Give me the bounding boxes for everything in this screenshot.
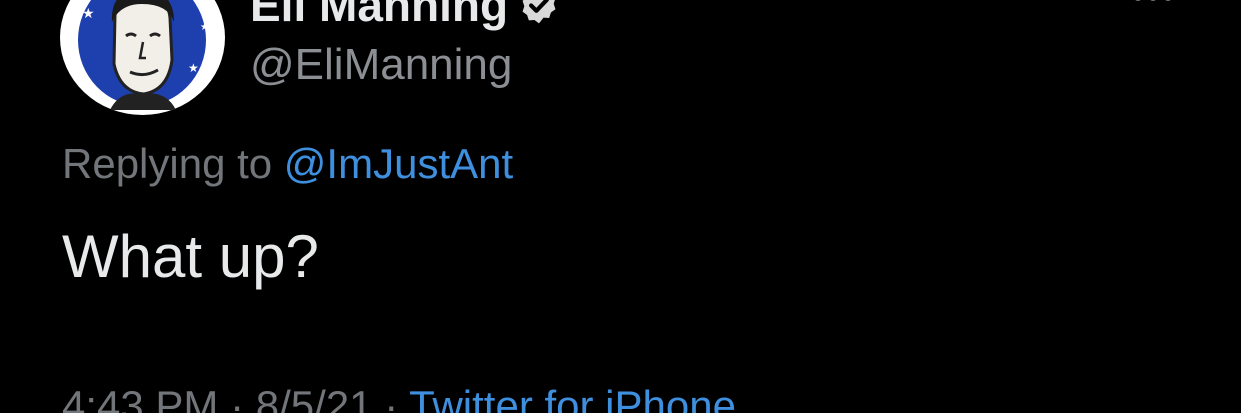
- replying-to-label: Replying to: [62, 140, 273, 187]
- avatar[interactable]: ★ ★ ★: [60, 0, 225, 115]
- verified-badge-icon: [522, 0, 556, 24]
- reply-mention-link[interactable]: @ImJustAnt: [284, 140, 513, 187]
- tweet-meta: 4:43 PM · 8/5/21 · Twitter for iPhone: [62, 382, 736, 413]
- tweet-time[interactable]: 4:43 PM: [62, 382, 218, 413]
- author-handle[interactable]: @EliManning: [250, 40, 512, 90]
- author-display-name[interactable]: Eli Manning: [250, 0, 560, 32]
- tweet-source-link[interactable]: Twitter for iPhone: [409, 382, 736, 413]
- more-horizontal-icon[interactable]: [1132, 0, 1174, 12]
- tweet-date[interactable]: 8/5/21: [256, 382, 373, 413]
- display-name-text: Eli Manning: [250, 0, 509, 31]
- meta-separator: ·: [384, 382, 399, 413]
- svg-text:★: ★: [188, 61, 199, 75]
- meta-separator: ·: [230, 382, 245, 413]
- svg-text:★: ★: [82, 6, 95, 22]
- svg-text:★: ★: [200, 22, 209, 33]
- avatar-cartoon-face-icon: ★ ★ ★: [66, 0, 218, 113]
- tweet-detail: ★ ★ ★ Eli Manning @EliManning Replying t…: [0, 0, 1241, 413]
- replying-to: Replying to @ImJustAnt: [62, 140, 513, 188]
- tweet-text: What up?: [62, 223, 319, 290]
